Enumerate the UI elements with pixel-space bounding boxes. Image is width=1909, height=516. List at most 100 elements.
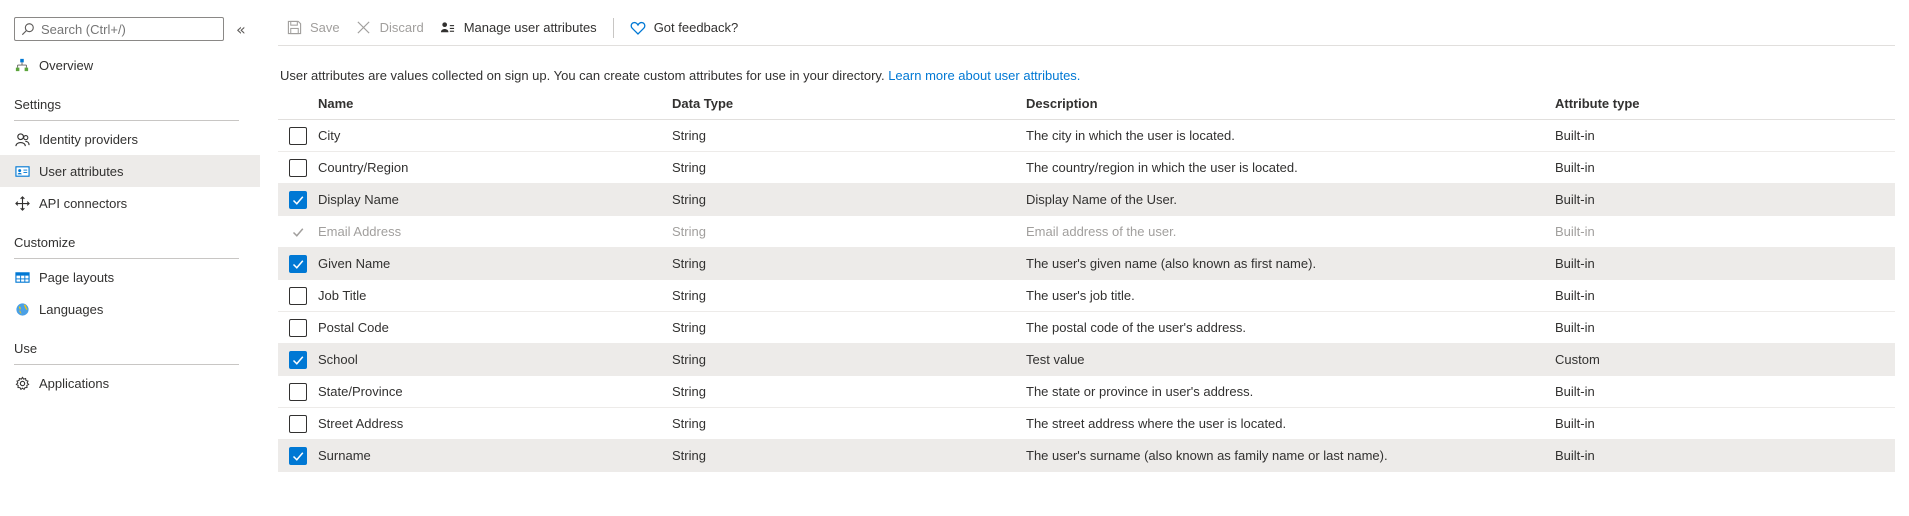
row-check-cell — [278, 286, 318, 305]
cell-attribute-type: Built-in — [1555, 320, 1595, 335]
sidebar-item-label: Identity providers — [39, 131, 138, 147]
table-row[interactable]: School String Test value Custom — [278, 344, 1895, 376]
table-row[interactable]: Street Address String The street address w… — [278, 408, 1895, 440]
row-checkbox[interactable] — [289, 318, 307, 337]
cell-name: Street Address — [318, 416, 404, 431]
cell-name: Country/Region — [318, 160, 409, 175]
cell-name: Given Name — [318, 256, 391, 271]
row-checkbox[interactable] — [289, 126, 307, 145]
row-checkbox[interactable] — [289, 254, 307, 273]
checkmark-icon — [292, 227, 304, 237]
table-body: City String The city in which the user is … — [278, 120, 1895, 472]
table-row[interactable]: Postal Code String The postal code of the … — [278, 312, 1895, 344]
cell-description: The country/region in which the user is … — [1026, 160, 1298, 175]
column-header-description[interactable]: Description — [1026, 96, 1555, 111]
table-icon — [14, 269, 30, 285]
search-icon — [21, 23, 34, 36]
row-checkbox[interactable] — [289, 286, 307, 305]
sidebar-item-api-connectors[interactable]: API connectors — [0, 187, 260, 219]
discard-label: Discard — [379, 20, 424, 35]
cell-data-type: String — [672, 352, 706, 367]
cell-name: Surname — [318, 448, 371, 463]
row-checkbox[interactable] — [289, 414, 307, 433]
table-row[interactable]: Given Name String The user's given name (a… — [278, 248, 1895, 280]
cell-attribute-type: Custom — [1555, 352, 1600, 367]
heart-icon — [630, 20, 646, 36]
sidebar-item-applications[interactable]: Applications — [0, 367, 260, 399]
sidebar-item-label: User attributes — [39, 163, 124, 179]
table-row[interactable]: City String The city in which the user is … — [278, 120, 1895, 152]
cell-data-type: String — [672, 288, 706, 303]
table-row[interactable]: Surname String The user's surname (also kn… — [278, 440, 1895, 472]
column-header-name[interactable]: Name — [318, 96, 672, 111]
user-attributes-table: Name Data Type Description Attribute typ… — [278, 88, 1895, 472]
cell-attribute-type: Built-in — [1555, 256, 1595, 271]
row-check-cell — [278, 190, 318, 209]
row-check-cell — [278, 126, 318, 145]
row-check-cell — [278, 254, 318, 273]
move-arrows-icon — [14, 195, 30, 211]
row-checkbox[interactable] — [289, 382, 307, 401]
section-heading-customize: Customize — [14, 235, 239, 259]
column-header-attribute-type[interactable]: Attribute type — [1555, 96, 1855, 111]
section-heading-settings: Settings — [14, 97, 239, 121]
cell-attribute-type: Built-in — [1555, 224, 1595, 239]
sidebar-item-identity-providers[interactable]: Identity providers — [0, 123, 260, 155]
command-bar: Save Discard Manage user attributes Got … — [278, 10, 1895, 46]
row-checkbox[interactable] — [289, 350, 307, 369]
intro-description: User attributes are values collected on … — [280, 68, 885, 83]
save-icon — [286, 20, 302, 36]
row-check-cell — [278, 446, 318, 465]
cell-description: The state or province in user's address. — [1026, 384, 1254, 399]
table-row[interactable]: Email Address String Email address of the … — [278, 216, 1895, 248]
cell-description: The city in which the user is located. — [1026, 128, 1235, 143]
intro-text: User attributes are values collected on … — [280, 68, 1080, 83]
row-checkbox[interactable] — [289, 446, 307, 465]
feedback-label: Got feedback? — [653, 20, 739, 35]
sidebar-item-overview[interactable]: Overview — [0, 49, 260, 81]
cell-data-type: String — [672, 128, 706, 143]
cell-data-type: String — [672, 416, 706, 431]
people-icon — [14, 131, 30, 147]
table-row[interactable]: Display Name String Display Name of the Us… — [278, 184, 1895, 216]
cell-description: The user's job title. — [1026, 288, 1135, 303]
column-header-data-type[interactable]: Data Type — [672, 96, 1026, 111]
globe-icon — [14, 301, 30, 317]
cell-name: Postal Code — [318, 320, 389, 335]
row-check-cell — [278, 414, 318, 433]
cell-name: State/Province — [318, 384, 403, 399]
sidebar-item-page-layouts[interactable]: Page layouts — [0, 261, 260, 293]
cell-attribute-type: Built-in — [1555, 128, 1595, 143]
main-content: Save Discard Manage user attributes Got … — [278, 0, 1895, 516]
save-button[interactable]: Save — [278, 10, 348, 46]
table-row[interactable]: Country/Region String The country/region i… — [278, 152, 1895, 184]
cell-attribute-type: Built-in — [1555, 416, 1595, 431]
row-checkbox[interactable] — [289, 190, 307, 209]
sidebar-item-user-attributes[interactable]: User attributes — [0, 155, 260, 187]
cell-description: Test value — [1026, 352, 1085, 367]
feedback-button[interactable]: Got feedback? — [622, 10, 747, 46]
cell-data-type: String — [672, 384, 706, 399]
search-box[interactable] — [14, 17, 224, 41]
cell-description: The user's surname (also known as family… — [1026, 448, 1388, 463]
manage-user-attributes-button[interactable]: Manage user attributes — [432, 10, 605, 46]
sidebar-item-languages[interactable]: Languages — [0, 293, 260, 325]
discard-button[interactable]: Discard — [348, 10, 432, 46]
table-header: Name Data Type Description Attribute typ… — [278, 88, 1895, 120]
collapse-sidebar-button[interactable]: « — [236, 20, 246, 39]
sidebar-item-label: Languages — [39, 301, 104, 317]
learn-more-link[interactable]: Learn more about user attributes. — [888, 68, 1080, 83]
cell-description: Display Name of the User. — [1026, 192, 1178, 207]
table-row[interactable]: Job Title String The user's job title. Buil… — [278, 280, 1895, 312]
search-input[interactable] — [41, 21, 211, 37]
row-checkbox[interactable] — [289, 158, 307, 177]
cell-name: City — [318, 128, 341, 143]
cell-description: The postal code of the user's address. — [1026, 320, 1246, 335]
cell-attribute-type: Built-in — [1555, 160, 1595, 175]
cell-data-type: String — [672, 160, 706, 175]
cell-description: The user's given name (also known as fir… — [1026, 256, 1317, 271]
cell-name: School — [318, 352, 358, 367]
table-row[interactable]: State/Province String The state or provinc… — [278, 376, 1895, 408]
cell-name: Email Address — [318, 224, 402, 239]
row-check-cell — [278, 382, 318, 401]
